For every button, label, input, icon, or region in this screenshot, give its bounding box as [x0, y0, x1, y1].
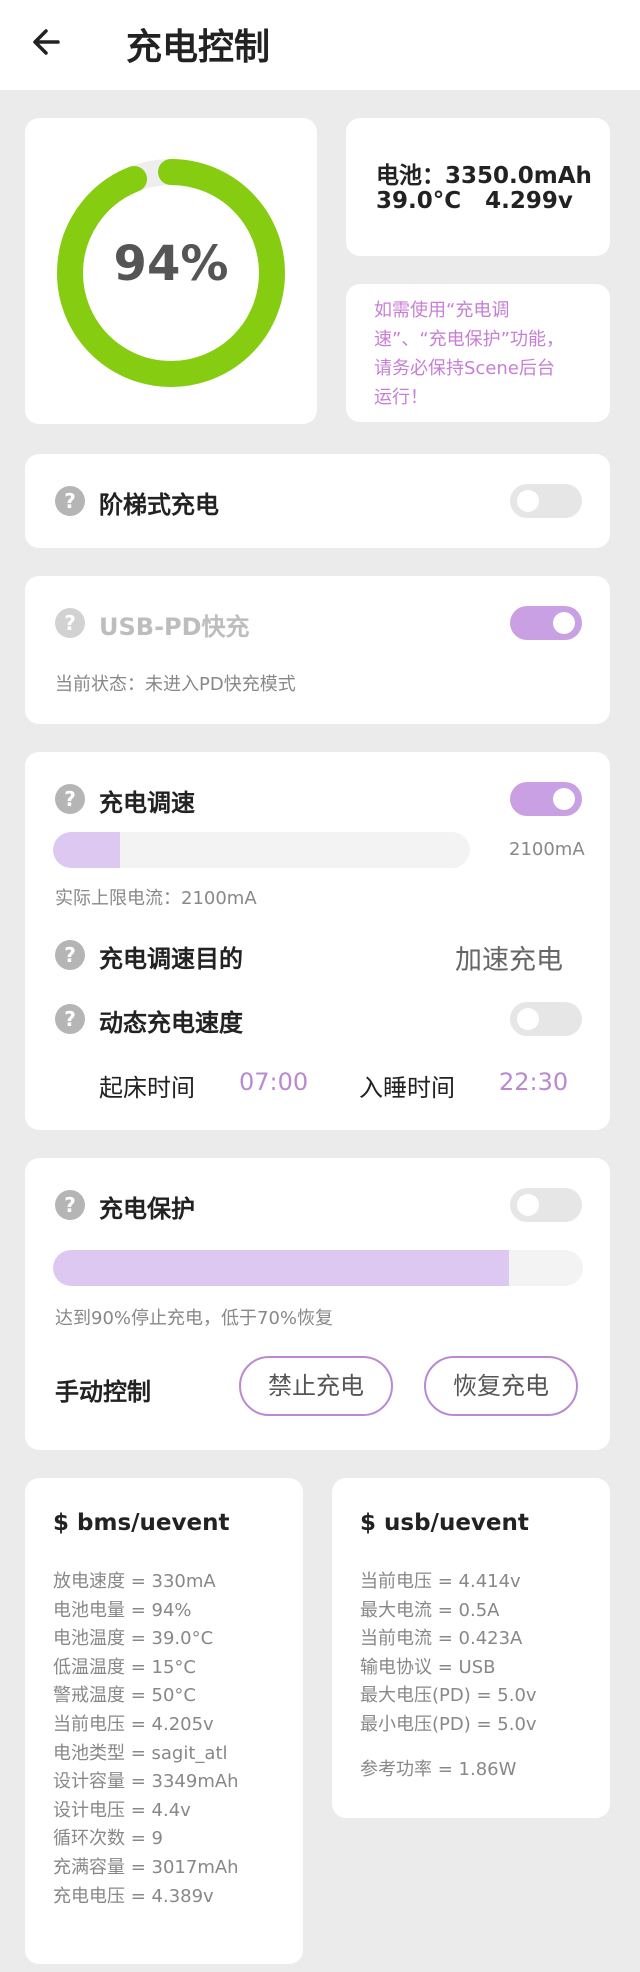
charge-speed-toggle[interactable] [510, 782, 582, 816]
usb-pd-toggle[interactable] [510, 606, 582, 640]
notice-line: 运行！ [374, 387, 428, 408]
back-arrow-icon[interactable] [28, 22, 68, 62]
usb-pd-status: 当前状态：未进入PD快充模式 [55, 674, 296, 695]
charge-speed-value: 2100mA [509, 839, 585, 860]
charge-protect-label: 充电保护 [99, 1195, 195, 1223]
usb-pd-card: ? USB-PD快充 当前状态：未进入PD快充模式 [25, 576, 610, 724]
toggle-knob [553, 612, 575, 634]
help-icon[interactable]: ? [55, 1190, 85, 1220]
toggle-knob [553, 788, 575, 810]
usb-power: 参考功率 = 1.86W [360, 1759, 517, 1780]
bms-line: 充满容量 = 3017mAh [53, 1856, 239, 1878]
wake-time-value[interactable]: 07:00 [239, 1068, 308, 1096]
resume-charge-button[interactable]: 恢复充电 [424, 1356, 578, 1416]
bms-line: 循环次数 = 9 [53, 1828, 163, 1850]
help-icon[interactable]: ? [55, 940, 85, 970]
bms-uevent-lines: 放电速度 = 330mA 电池电量 = 94% 电池温度 = 39.0°C 低温… [53, 1568, 239, 1911]
toggle-knob [517, 1194, 539, 1216]
usb-line: 最小电压(PD) = 5.0v [360, 1713, 537, 1735]
step-charge-label: 阶梯式充电 [99, 491, 219, 519]
notice-line: 请务必保持Scene后台 [374, 358, 555, 379]
battery-ring-card: 94% [25, 118, 317, 424]
charge-protect-slider-fill [53, 1250, 509, 1286]
dynamic-speed-toggle[interactable] [510, 1002, 582, 1036]
bms-line: 低温温度 = 15°C [53, 1656, 196, 1678]
bms-line: 警戒温度 = 50°C [53, 1685, 196, 1707]
manual-control-label: 手动控制 [55, 1378, 151, 1406]
bms-uevent-title: $ bms/uevent [53, 1510, 230, 1536]
bms-line: 当前电压 = 4.205v [53, 1713, 214, 1735]
sleep-time-label: 入睡时间 [359, 1074, 455, 1102]
dynamic-speed-label: 动态充电速度 [99, 1009, 243, 1037]
bms-line: 放电速度 = 330mA [53, 1571, 216, 1592]
notice-line: 如需使用“充电调 [374, 300, 510, 321]
usb-line: 最大电压(PD) = 5.0v [360, 1685, 537, 1707]
notice-line: 速”、“充电保护”功能， [374, 329, 564, 350]
bms-line: 充电电压 = 4.389v [53, 1885, 214, 1907]
step-charge-toggle[interactable] [510, 484, 582, 518]
charge-speed-slider[interactable] [53, 832, 470, 868]
help-icon[interactable]: ? [55, 608, 85, 638]
charge-protect-slider[interactable] [53, 1250, 583, 1286]
usb-uevent-card: $ usb/uevent 当前电压 = 4.414v 最大电流 = 0.5A 当… [332, 1478, 610, 1818]
battery-percent: 94% [113, 236, 229, 292]
charge-speed-card: ? 充电调速 2100mA 实际上限电流：2100mA ? 充电调速目的 加速充… [25, 752, 610, 1130]
charge-purpose-dropdown[interactable]: 加速充电 [455, 938, 563, 977]
stop-charge-button[interactable]: 禁止充电 [239, 1356, 393, 1416]
help-icon[interactable]: ? [55, 784, 85, 814]
usb-line: 当前电流 = 0.423A [360, 1628, 523, 1650]
battery-info-card: 电池：3350.0mAh 39.0°C 4.299v [346, 118, 610, 256]
usb-line: 最大电流 = 0.5A [360, 1599, 500, 1621]
bms-line: 电池电量 = 94% [53, 1599, 192, 1621]
battery-capacity-text: 电池：3350.0mAh [376, 163, 592, 189]
sleep-time-value[interactable]: 22:30 [499, 1068, 568, 1096]
charge-speed-label: 充电调速 [99, 789, 195, 817]
charge-purpose-label: 充电调速目的 [99, 945, 243, 973]
bms-line: 电池类型 = sagit_atl [53, 1742, 228, 1764]
battery-temp-voltage-text: 39.0°C 4.299v [376, 188, 573, 214]
bms-line: 电池温度 = 39.0°C [53, 1628, 214, 1650]
toggle-knob [517, 1008, 539, 1030]
bms-uevent-card: $ bms/uevent 放电速度 = 330mA 电池电量 = 94% 电池温… [25, 1478, 303, 1964]
bms-line: 设计容量 = 3349mAh [53, 1771, 239, 1793]
bms-line: 设计电压 = 4.4v [53, 1799, 191, 1821]
help-icon[interactable]: ? [55, 1004, 85, 1034]
toggle-knob [517, 490, 539, 512]
charge-protect-desc: 达到90%停止充电，低于70%恢复 [55, 1308, 334, 1329]
step-charge-card: ? 阶梯式充电 [25, 454, 610, 548]
charge-speed-limit: 实际上限电流：2100mA [55, 888, 257, 909]
app-header: 充电控制 [0, 0, 640, 90]
usb-line: 输电协议 = USB [360, 1656, 496, 1678]
usb-line: 当前电压 = 4.414v [360, 1571, 521, 1592]
notice-card: 如需使用“充电调 速”、“充电保护”功能， 请务必保持Scene后台 运行！ [346, 284, 610, 422]
notice-text: 如需使用“充电调 速”、“充电保护”功能， 请务必保持Scene后台 运行！ [374, 296, 564, 412]
charge-protect-card: ? 充电保护 达到90%停止充电，低于70%恢复 手动控制 禁止充电 恢复充电 [25, 1158, 610, 1450]
usb-uevent-title: $ usb/uevent [360, 1510, 529, 1536]
charge-protect-toggle[interactable] [510, 1188, 582, 1222]
wake-time-label: 起床时间 [99, 1074, 195, 1102]
charge-speed-slider-fill [53, 832, 120, 868]
usb-uevent-lines: 当前电压 = 4.414v 最大电流 = 0.5A 当前电流 = 0.423A … [360, 1568, 537, 1740]
page-title: 充电控制 [126, 27, 271, 68]
usb-pd-label: USB-PD快充 [99, 613, 250, 641]
help-icon[interactable]: ? [55, 486, 85, 516]
